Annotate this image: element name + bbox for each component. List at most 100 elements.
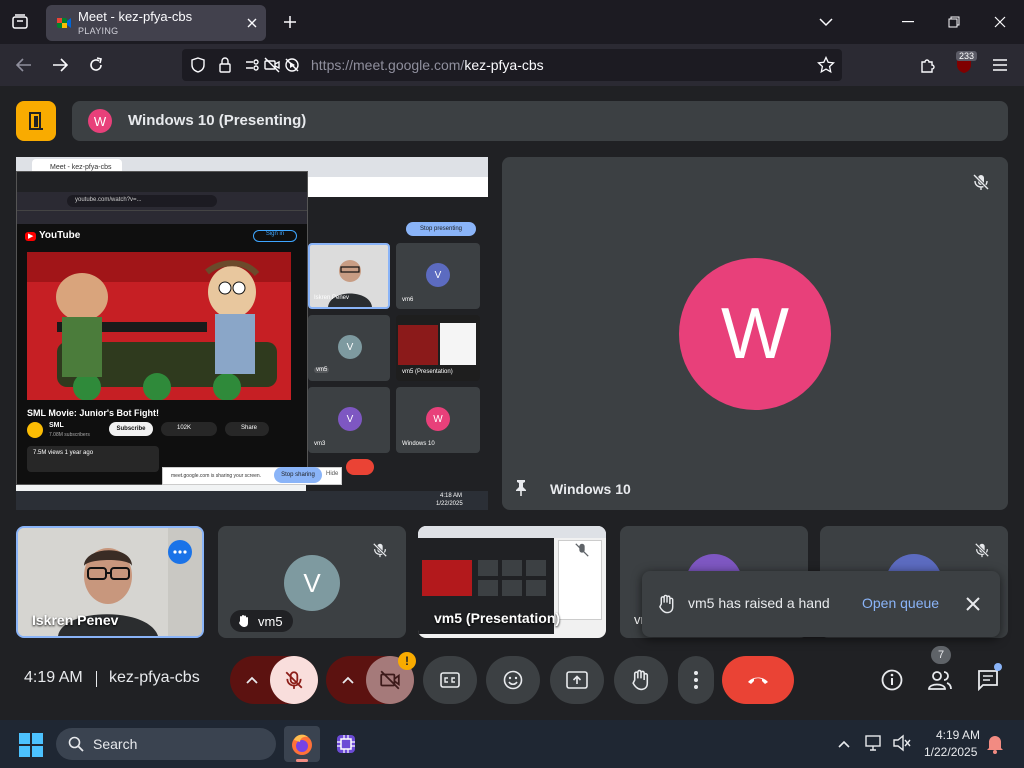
yt-likes: 102K <box>161 422 217 436</box>
tile-thumb-mini <box>502 560 522 576</box>
yt-video-title: SML Movie: Junior's Bot Fight! <box>27 408 159 418</box>
yt-navbar: youtube.com/watch?v=... <box>17 192 307 210</box>
tile-thumb-bar <box>418 526 606 538</box>
people-count-badge: 7 <box>931 646 951 664</box>
shared-mini-avatar: V <box>338 407 362 431</box>
presenting-banner: W Windows 10 (Presenting) <box>72 101 1008 141</box>
tile-thumb-mini <box>526 580 546 596</box>
participant-tile-vm5[interactable]: V vm5 <box>218 526 406 638</box>
shared-mini-name: Iskren Penev <box>314 295 350 301</box>
taskbar-search-box[interactable]: Search <box>56 728 276 760</box>
network-icon <box>865 735 881 751</box>
chat-unread-dot <box>994 663 1002 671</box>
new-tab-button[interactable] <box>274 6 306 38</box>
yt-subscribers: 7.08M subscribers <box>49 432 90 438</box>
spotlight-tile[interactable]: W Windows 10 <box>502 157 1008 510</box>
mic-control-group <box>230 656 318 704</box>
close-tab-button[interactable] <box>240 11 264 35</box>
more-options-tile-button[interactable] <box>168 540 192 564</box>
shared-mini-name: Windows 10 <box>402 441 435 447</box>
shared-mini-tile: Iskren Penev <box>308 243 390 309</box>
shared-mini-avatar: V <box>426 263 450 287</box>
participant-tile-iskren[interactable]: Iskren Penev <box>16 526 204 638</box>
shared-mini-tile: W Windows 10 <box>396 387 480 453</box>
companion-mode-button[interactable] <box>16 101 56 141</box>
emoji-icon <box>503 670 523 690</box>
hand-icon <box>659 594 674 614</box>
reload-button[interactable] <box>80 49 112 81</box>
shared-mini-thumb <box>440 323 476 365</box>
restore-window-button[interactable] <box>938 6 970 38</box>
notifications-button[interactable] <box>986 734 1006 754</box>
camera-off-icon <box>380 670 400 690</box>
mic-off-icon <box>575 543 589 557</box>
mic-off-icon <box>285 671 303 689</box>
url-text: https://meet.google.com/kez-pfya-cbs <box>311 57 544 73</box>
volume-tray-button[interactable] <box>892 734 914 754</box>
arrow-left-icon <box>16 58 31 72</box>
active-app-indicator <box>296 759 308 762</box>
taskbar-date[interactable]: 1/22/2025 <box>924 745 977 759</box>
tab-list-icon <box>12 14 28 29</box>
video-settings-button[interactable] <box>326 656 370 704</box>
taskbar-app-chip[interactable] <box>328 726 364 762</box>
people-button[interactable]: 7 <box>924 646 956 694</box>
captions-button[interactable] <box>423 656 477 704</box>
forward-button[interactable] <box>44 49 76 81</box>
search-icon <box>68 736 84 752</box>
emoji-reactions-button[interactable] <box>486 656 540 704</box>
yt-tabbar <box>17 172 307 192</box>
back-button[interactable] <box>8 49 40 81</box>
shared-mini-tile: V vm3 <box>308 387 390 453</box>
taskbar-time[interactable]: 4:19 AM <box>936 728 980 742</box>
tile-name: vm5 <box>258 613 283 629</box>
close-notification-button[interactable] <box>960 591 986 617</box>
participant-tile-vm5-presentation[interactable]: vm5 (Presentation) <box>418 526 606 638</box>
youtube-video-frame <box>27 252 291 400</box>
plus-icon <box>284 16 296 28</box>
bookmark-button[interactable] <box>810 49 842 81</box>
tile-name: Iskren Penev <box>32 612 119 628</box>
present-screen-button[interactable] <box>550 656 604 704</box>
extensions-button[interactable] <box>912 49 944 81</box>
presentation-screen[interactable]: Meet - kez-pfya-cbs Stop presenting Iskr… <box>16 157 488 510</box>
taskbar-firefox[interactable] <box>284 726 320 762</box>
chevron-up-icon <box>838 740 850 748</box>
meeting-details-button[interactable] <box>878 666 906 694</box>
participant-avatar: V <box>284 555 340 611</box>
tab-playing-status: PLAYING <box>78 26 119 36</box>
pin-icon[interactable] <box>514 479 528 497</box>
leave-call-button[interactable] <box>722 656 794 704</box>
start-button[interactable] <box>18 732 44 758</box>
arrow-right-icon <box>53 58 68 72</box>
meeting-time: 4:19 AM <box>24 669 83 686</box>
ublock-extension-button[interactable]: 233 <box>948 49 980 81</box>
chat-button[interactable] <box>974 663 1002 694</box>
shared-youtube-window: youtube.com/watch?v=... ▶ YouTube Sign i… <box>16 171 308 485</box>
audio-settings-button[interactable] <box>230 656 274 704</box>
tile-thumb-video <box>422 560 472 596</box>
minimize-window-button[interactable] <box>892 6 924 38</box>
autoplay-blocked-icon <box>285 58 299 72</box>
yt-subscribe: Subscribe <box>109 422 153 436</box>
show-hidden-icons-button[interactable] <box>834 734 854 754</box>
browser-tab-meet[interactable]: Meet - kez-pfya-cbs PLAYING <box>46 5 266 41</box>
raise-hand-button[interactable] <box>614 656 668 704</box>
close-window-button[interactable] <box>984 6 1016 38</box>
more-options-button[interactable] <box>678 656 714 704</box>
yt-channel-name: SML <box>49 422 64 429</box>
network-tray-button[interactable] <box>864 734 886 754</box>
presenter-avatar: W <box>88 109 112 133</box>
reload-icon <box>90 57 102 71</box>
open-queue-link[interactable]: Open queue <box>862 595 939 611</box>
app-menu-button[interactable] <box>984 49 1016 81</box>
shared-mini-name: vm3 <box>314 441 326 447</box>
chevron-down-icon <box>819 18 833 27</box>
mic-toggle-button[interactable] <box>270 656 318 704</box>
shared-mini-tile: V vm6 <box>396 243 480 309</box>
tab-overview-button[interactable] <box>4 6 36 38</box>
address-bar[interactable]: https://meet.google.com/kez-pfya-cbs <box>182 49 842 81</box>
tile-name: vm5 (Presentation) <box>434 610 561 626</box>
tile-thumb-mini <box>478 580 498 596</box>
list-all-tabs-button[interactable] <box>810 6 842 38</box>
